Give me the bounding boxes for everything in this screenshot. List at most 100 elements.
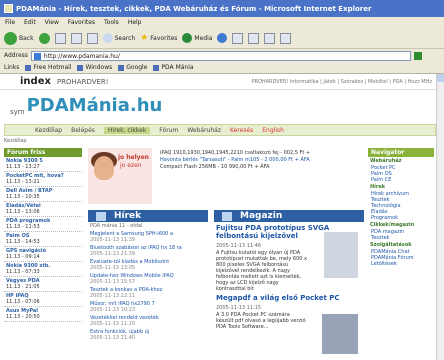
list-item[interactable]: Megjelent a Samsung SPH-i600 a 2005-11-13… <box>88 230 208 244</box>
refresh-button[interactable] <box>70 32 82 44</box>
link-pdamania[interactable]: PDA Mánia <box>153 64 193 71</box>
menu-view[interactable]: View <box>45 19 59 26</box>
forward-button[interactable] <box>38 32 50 44</box>
article-body: A Fujitsu kutatói egy olyan új PDA proto… <box>216 250 307 292</box>
news-panel: Hírek PDA mánia 11 - oldal Megjelent a S… <box>88 210 208 360</box>
nav-forum[interactable]: Fórum <box>159 127 178 134</box>
list-item[interactable]: Nokia 9300 stb. 11.13 - 07:33 <box>4 262 82 277</box>
list-item[interactable]: Extra funkciók, újabb új 2005-11-13 21:40 <box>88 328 208 342</box>
banner-ad[interactable]: jo helyen jo ezen <box>88 148 152 204</box>
list-item[interactable]: Letöltések <box>368 261 434 267</box>
link-free-hotmail[interactable]: Free Hotmail <box>25 64 71 71</box>
list-item[interactable]: Eladás/Vétel 11.13 - 13:06 <box>4 202 82 217</box>
ad-line1: jo helyen <box>118 154 149 161</box>
nav-shop[interactable]: Webáruház <box>187 127 221 134</box>
news-icon <box>96 212 106 221</box>
list-item[interactable]: Evaluate-tól kiadás a Mobilszint 2005-11-… <box>88 258 208 272</box>
discuss-button[interactable] <box>280 32 292 44</box>
web-page: index PROHARDVER! PROHARDVER! Informatik… <box>0 74 436 360</box>
list-item[interactable]: Dell Axim / BTAP 11.13 - 10:35 <box>4 187 82 202</box>
menu-file[interactable]: File <box>5 19 15 26</box>
print-button[interactable] <box>248 32 260 44</box>
logo-prefix: sym <box>10 108 25 116</box>
home-button[interactable] <box>86 32 98 44</box>
menu-edit[interactable]: Edit <box>24 19 36 26</box>
left-header: Fórum friss <box>4 148 82 157</box>
ad-line2: jo ezen <box>120 162 142 169</box>
list-item[interactable]: Update-hez Windows Mobile iPAQ 2005-11-13… <box>88 272 208 286</box>
magazine-icon <box>222 212 232 221</box>
search-icon <box>102 33 113 43</box>
top-links[interactable]: PROHARDVER! Informatika | Játék | Szórak… <box>251 79 432 85</box>
list-item[interactable]: Vezetékkel rendeld vezeték 2005-11-13 11:… <box>88 314 208 328</box>
media-button[interactable]: Media <box>182 33 212 43</box>
toolbar: Back Search ★ Favorites Media <box>0 28 444 49</box>
list-item[interactable]: PocketPC mit, hova? 11.13 - 13:21 <box>4 172 82 187</box>
nav-search[interactable]: Keresés <box>230 127 253 134</box>
list-item[interactable]: Műsor, mit iPAQ hx2790 7 2005-11-13 10:23 <box>88 300 208 314</box>
ie-icon <box>4 4 13 13</box>
news-header: Hírek <box>88 210 208 222</box>
ad-text-line3[interactable]: Compact Flash 256MB - 10 990,00 Ft + ÁFA <box>160 164 350 171</box>
news-sub: PDA mánia 11 - oldal <box>90 223 143 229</box>
article-body: A 3.0 PDA Pocket PC számára készült pdf … <box>216 312 306 330</box>
list-item[interactable]: GPS navigáció 11.13 - 09:14 <box>4 247 82 262</box>
list-item[interactable]: Bluetooth szabáson az iPAQ hx 18 ra 2005-… <box>88 244 208 258</box>
link-google[interactable]: Google <box>118 64 147 71</box>
site-header: index PROHARDVER! PROHARDVER! Informatik… <box>0 74 436 90</box>
edit-button[interactable] <box>264 32 276 44</box>
menu-help[interactable]: Help <box>128 19 142 26</box>
address-bar: Address http://www.pdamania.hu/ <box>0 49 444 62</box>
nav-english[interactable]: English <box>262 127 284 134</box>
pdamania-logo[interactable]: sym PDAMánia.hu <box>10 94 162 116</box>
article-title[interactable]: Megapdf a világ első Pocket PC <box>214 292 364 304</box>
list-item[interactable]: PDA programok 11.13 - 11:53 <box>4 217 82 232</box>
article-image[interactable] <box>322 314 358 354</box>
right-sidebar: Navigator Webáruház Pocket PC Palm OS Pa… <box>368 148 434 360</box>
right-header: Navigator <box>368 148 434 157</box>
address-input[interactable]: http://www.pdamania.hu/ <box>30 50 411 61</box>
menu-tools[interactable]: Tools <box>104 19 119 26</box>
nav-home[interactable]: Kezdőlap <box>35 127 62 134</box>
list-item[interactable]: Vegyes PDA 11.13 - 21:05 <box>4 277 82 292</box>
favorites-button[interactable]: ★ Favorites <box>140 33 177 43</box>
links-bar: Links Free Hotmail Windows Google PDA Má… <box>0 62 444 74</box>
list-item[interactable]: HP iPAQ 11.13 - 07:06 <box>4 292 82 307</box>
window-title: PDAMánia - Hírek, tesztek, cikkek, PDA W… <box>16 4 372 13</box>
menu-favorites[interactable]: Favorites <box>68 19 95 26</box>
stop-button[interactable] <box>54 32 66 44</box>
link-windows[interactable]: Windows <box>77 64 112 71</box>
prohardver-link[interactable]: PROHARDVER! <box>57 78 109 86</box>
browser-window: PDAMánia - Hírek, tesztek, cikkek, PDA W… <box>0 0 444 360</box>
list-item[interactable]: Asus MyPal 11.13 - 20:50 <box>4 307 82 322</box>
list-item[interactable]: Nokia 9300 5 11.13 - 13:27 <box>4 157 82 172</box>
back-button[interactable]: Back <box>4 31 34 45</box>
search-button[interactable]: Search <box>102 33 135 43</box>
breadcrumb[interactable]: Kezdőlap <box>4 138 27 144</box>
section-title: Cikkek/magazin <box>370 222 415 228</box>
ad-text-line2[interactable]: Havonta bérlés "Tarsasuti" - Palm m105 -… <box>160 157 350 164</box>
article-image[interactable] <box>324 232 358 278</box>
article-date: 2005-11-13 11:15 <box>216 305 262 311</box>
magazine-panel: Magazin Fujitsu PDA prototípus SVGA felb… <box>214 210 364 360</box>
list-item[interactable]: Tesztek a konkav a PDA-khoz 2005-11-13 22… <box>88 286 208 300</box>
star-icon: ★ <box>140 33 149 43</box>
back-arrow-icon <box>4 31 17 45</box>
nav-news[interactable]: Hírek, cikkek <box>103 126 151 134</box>
index-logo[interactable]: index <box>20 76 51 87</box>
ad-text-line1[interactable]: iPAQ 1910,1930,1940,1945,2210 csatlakozó… <box>160 150 350 157</box>
left-sidebar: Fórum friss Nokia 9300 5 11.13 - 13:27 Po… <box>4 148 82 360</box>
main-nav: Kezdőlap Belépés Hírek, cikkek Fórum Web… <box>4 124 436 136</box>
list-item[interactable]: Palm OS 11.13 - 14:53 <box>4 232 82 247</box>
section-title: Hírek <box>370 184 386 190</box>
menu-bar: File Edit View Favorites Tools Help <box>0 17 444 28</box>
nav-login[interactable]: Belépés <box>71 127 95 134</box>
go-button[interactable] <box>413 51 422 60</box>
media-icon <box>182 33 193 43</box>
section-title: Szolgáltatások <box>370 242 412 248</box>
title-bar: PDAMánia - Hírek, tesztek, cikkek, PDA W… <box>0 0 444 17</box>
mail-button[interactable] <box>232 32 244 44</box>
scroll-up-arrow[interactable] <box>437 74 444 82</box>
vertical-scrollbar[interactable] <box>436 74 444 360</box>
history-button[interactable] <box>217 33 228 43</box>
